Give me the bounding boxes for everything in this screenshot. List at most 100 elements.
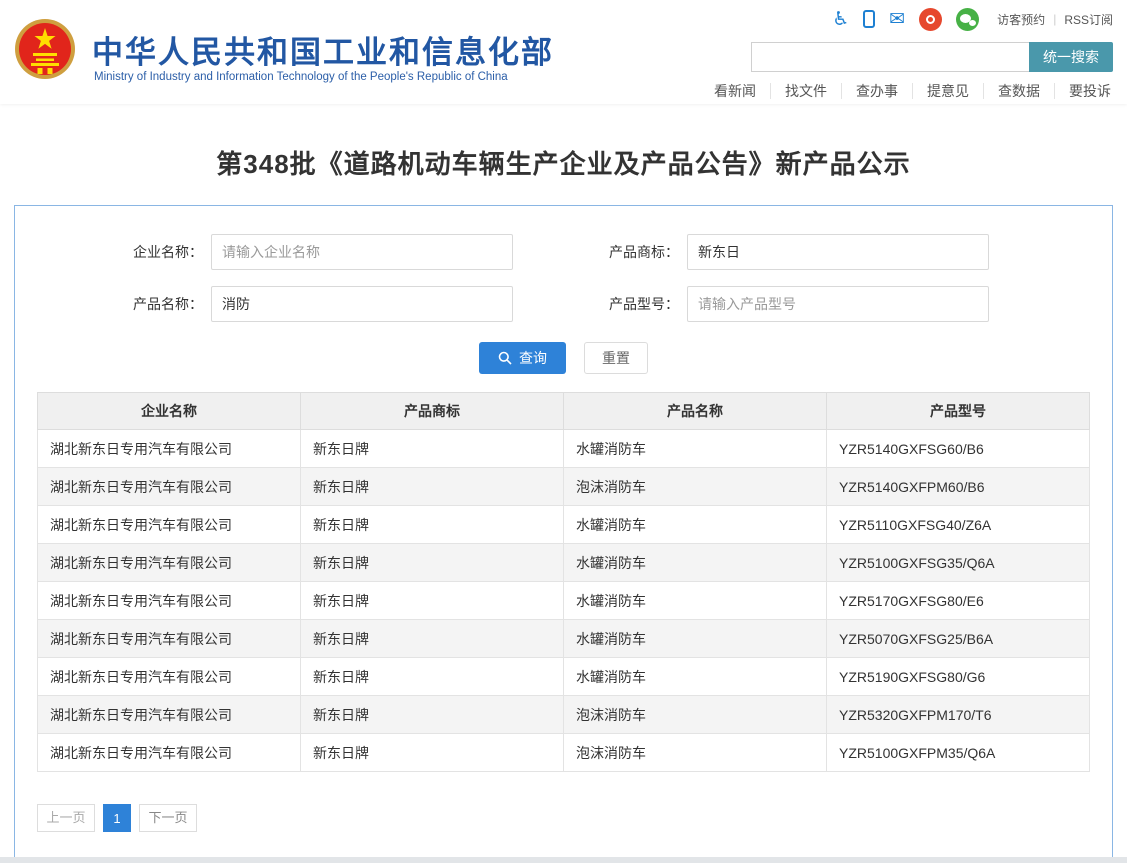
- product-brand-input[interactable]: [687, 234, 989, 270]
- table-row: 湖北新东日专用汽车有限公司 新东日牌 泡沫消防车 YZR5320GXFPM170…: [38, 696, 1090, 734]
- site-header: 中华人民共和国工业和信息化部 Ministry of Industry and …: [0, 0, 1127, 104]
- weibo-eye-glyph: [926, 15, 935, 24]
- cell-brand: 新东日牌: [301, 734, 564, 772]
- nav-item-data[interactable]: 查数据: [983, 83, 1054, 99]
- results-table: 企业名称 产品商标 产品名称 产品型号 湖北新东日专用汽车有限公司 新东日牌 水…: [37, 392, 1090, 772]
- cell-company: 湖北新东日专用汽车有限公司: [38, 544, 301, 582]
- form-row-1: 企业名称： 产品商标：: [15, 234, 1112, 270]
- cell-brand: 新东日牌: [301, 620, 564, 658]
- header-nav: 看新闻 找文件 查办事 提意见 查数据 要投诉: [513, 83, 1113, 99]
- product-name-group: 产品名称：: [103, 286, 513, 322]
- cell-brand: 新东日牌: [301, 506, 564, 544]
- wechat-bubble-small-glyph: [969, 20, 976, 26]
- cell-company: 湖北新东日专用汽车有限公司: [38, 658, 301, 696]
- form-row-2: 产品名称： 产品型号：: [15, 286, 1112, 322]
- cell-model: YZR5070GXFSG25/B6A: [827, 620, 1090, 658]
- form-buttons: 查询 重置: [15, 342, 1112, 374]
- top-icons-row: ♿ ✉ 访客预约 | RSS订阅: [513, 6, 1113, 32]
- product-name-label: 产品名称：: [103, 294, 203, 314]
- mobile-icon[interactable]: [863, 10, 875, 28]
- nav-item-documents[interactable]: 找文件: [770, 83, 841, 99]
- cell-product: 水罐消防车: [564, 544, 827, 582]
- cell-model: YZR5100GXFPM35/Q6A: [827, 734, 1090, 772]
- cell-product: 泡沫消防车: [564, 468, 827, 506]
- national-emblem-icon: [14, 17, 76, 81]
- nav-item-news[interactable]: 看新闻: [700, 83, 770, 99]
- accessibility-icon[interactable]: ♿: [832, 10, 849, 29]
- prev-page-button[interactable]: 上一页: [37, 804, 95, 832]
- col-header-model: 产品型号: [827, 393, 1090, 430]
- footer-strip: [0, 857, 1127, 863]
- mail-icon[interactable]: ✉: [889, 10, 905, 29]
- col-header-company: 企业名称: [38, 393, 301, 430]
- cell-product: 泡沫消防车: [564, 734, 827, 772]
- cell-model: YZR5320GXFPM170/T6: [827, 696, 1090, 734]
- cell-company: 湖北新东日专用汽车有限公司: [38, 506, 301, 544]
- table-row: 湖北新东日专用汽车有限公司 新东日牌 水罐消防车 YZR5100GXFSG35/…: [38, 544, 1090, 582]
- product-model-input[interactable]: [687, 286, 989, 322]
- cell-brand: 新东日牌: [301, 658, 564, 696]
- unified-search-bar: 统一搜索: [513, 42, 1113, 72]
- page-title: 第348批《道路机动车辆生产企业及产品公告》新产品公示: [0, 144, 1127, 181]
- cell-company: 湖北新东日专用汽车有限公司: [38, 734, 301, 772]
- cell-company: 湖北新东日专用汽车有限公司: [38, 468, 301, 506]
- col-header-product: 产品名称: [564, 393, 827, 430]
- company-name-input[interactable]: [211, 234, 513, 270]
- cell-model: YZR5170GXFSG80/E6: [827, 582, 1090, 620]
- quick-links-divider: |: [1053, 12, 1056, 26]
- company-name-group: 企业名称：: [103, 234, 513, 270]
- table-row: 湖北新东日专用汽车有限公司 新东日牌 水罐消防车 YZR5110GXFSG40/…: [38, 506, 1090, 544]
- cell-company: 湖北新东日专用汽车有限公司: [38, 582, 301, 620]
- weibo-icon[interactable]: [919, 8, 942, 31]
- unified-search-button[interactable]: 统一搜索: [1029, 42, 1113, 72]
- nav-item-feedback[interactable]: 提意见: [912, 83, 983, 99]
- company-name-label: 企业名称：: [103, 242, 203, 262]
- home-logo-link[interactable]: [14, 17, 76, 81]
- cell-brand: 新东日牌: [301, 430, 564, 468]
- cell-company: 湖北新东日专用汽车有限公司: [38, 620, 301, 658]
- nav-item-services[interactable]: 查办事: [841, 83, 912, 99]
- visitor-booking-link[interactable]: 访客预约: [997, 11, 1045, 28]
- site-title: 中华人民共和国工业和信息化部: [92, 27, 554, 72]
- table-row: 湖北新东日专用汽车有限公司 新东日牌 水罐消防车 YZR5190GXFSG80/…: [38, 658, 1090, 696]
- search-icon: [498, 351, 512, 365]
- product-model-group: 产品型号：: [579, 286, 989, 322]
- cell-brand: 新东日牌: [301, 544, 564, 582]
- query-button-label: 查询: [519, 348, 547, 368]
- cell-product: 水罐消防车: [564, 506, 827, 544]
- quick-links: 访客预约 | RSS订阅: [997, 11, 1113, 28]
- cell-brand: 新东日牌: [301, 696, 564, 734]
- next-page-button[interactable]: 下一页: [139, 804, 197, 832]
- unified-search-input[interactable]: [751, 42, 1029, 72]
- table-row: 湖北新东日专用汽车有限公司 新东日牌 泡沫消防车 YZR5140GXFPM60/…: [38, 468, 1090, 506]
- cell-model: YZR5190GXFSG80/G6: [827, 658, 1090, 696]
- nav-item-complaints[interactable]: 要投诉: [1054, 83, 1113, 99]
- cell-brand: 新东日牌: [301, 468, 564, 506]
- product-brand-group: 产品商标：: [579, 234, 989, 270]
- product-name-input[interactable]: [211, 286, 513, 322]
- product-brand-label: 产品商标：: [579, 242, 679, 262]
- page-1-button[interactable]: 1: [103, 804, 131, 832]
- product-model-label: 产品型号：: [579, 294, 679, 314]
- cell-product: 水罐消防车: [564, 620, 827, 658]
- col-header-brand: 产品商标: [301, 393, 564, 430]
- cell-product: 水罐消防车: [564, 582, 827, 620]
- table-row: 湖北新东日专用汽车有限公司 新东日牌 泡沫消防车 YZR5100GXFPM35/…: [38, 734, 1090, 772]
- table-header-row: 企业名称 产品商标 产品名称 产品型号: [38, 393, 1090, 430]
- query-button[interactable]: 查询: [479, 342, 566, 374]
- cell-product: 水罐消防车: [564, 430, 827, 468]
- header-right: ♿ ✉ 访客预约 | RSS订阅 统一搜索 看新闻 找文件 查办事 提意见 查数…: [513, 6, 1113, 99]
- cell-model: YZR5140GXFPM60/B6: [827, 468, 1090, 506]
- table-row: 湖北新东日专用汽车有限公司 新东日牌 水罐消防车 YZR5070GXFSG25/…: [38, 620, 1090, 658]
- site-subtitle: Ministry of Industry and Information Tec…: [94, 71, 508, 83]
- cell-model: YZR5110GXFSG40/Z6A: [827, 506, 1090, 544]
- cell-brand: 新东日牌: [301, 582, 564, 620]
- wechat-icon[interactable]: [956, 8, 979, 31]
- announcement-panel: 企业名称： 产品商标： 产品名称： 产品型号： 查询 重置: [14, 205, 1113, 860]
- table-row: 湖北新东日专用汽车有限公司 新东日牌 水罐消防车 YZR5170GXFSG80/…: [38, 582, 1090, 620]
- cell-company: 湖北新东日专用汽车有限公司: [38, 430, 301, 468]
- rss-subscribe-link[interactable]: RSS订阅: [1064, 11, 1113, 28]
- cell-product: 水罐消防车: [564, 658, 827, 696]
- reset-button[interactable]: 重置: [584, 342, 648, 374]
- cell-company: 湖北新东日专用汽车有限公司: [38, 696, 301, 734]
